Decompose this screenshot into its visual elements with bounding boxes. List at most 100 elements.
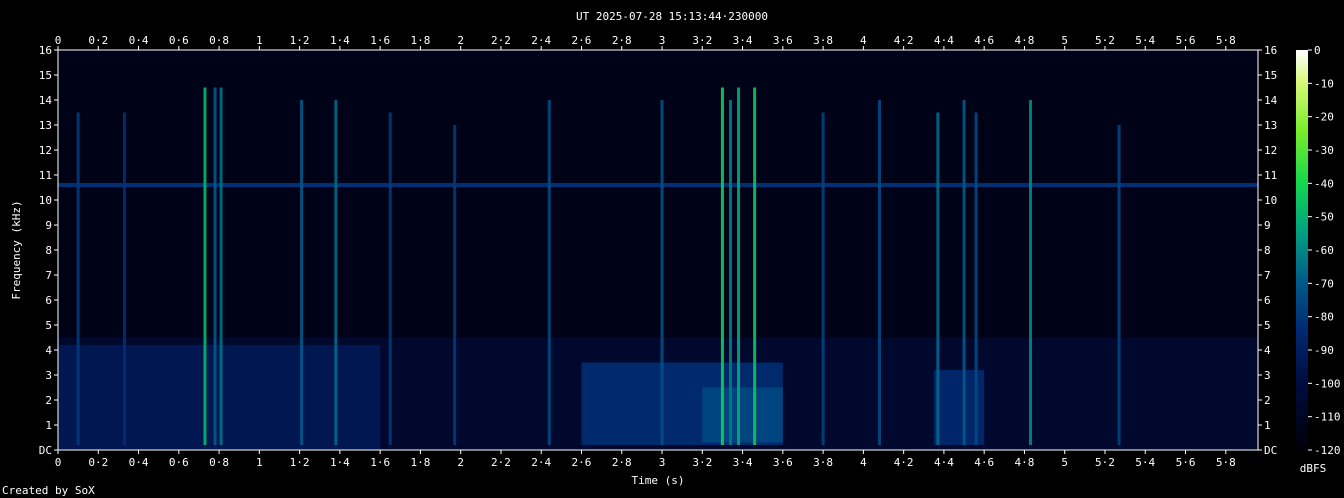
y-tick-label-right: 5 <box>1264 319 1271 332</box>
x-tick-label-top: 3·4 <box>733 34 753 47</box>
x-tick-label-bottom: 4·6 <box>974 456 994 469</box>
y-tick-label-right: 2 <box>1264 394 1271 407</box>
x-tick-label-top: 4 <box>860 34 867 47</box>
y-tick-label-right: 9 <box>1264 219 1271 232</box>
x-tick-label-top: 2·6 <box>572 34 592 47</box>
transient-event-12 <box>728 100 732 445</box>
x-tick-label-top: 5·2 <box>1095 34 1115 47</box>
y-tick-label-right: 15 <box>1264 69 1277 82</box>
colorbar-tick-label: -70 <box>1314 277 1334 290</box>
transient-event-4 <box>219 87 223 445</box>
transient-event-0 <box>76 112 80 445</box>
y-tick-label-left: 1 <box>45 419 52 432</box>
x-tick-label-bottom: 2 <box>457 456 464 469</box>
transient-event-7 <box>388 112 392 445</box>
y-tick-label-left: 16 <box>39 44 52 57</box>
colorbar-tick-label: -30 <box>1314 144 1334 157</box>
x-tick-label-top: 4·4 <box>934 34 954 47</box>
transient-event-20 <box>1028 100 1032 445</box>
x-tick-label-top: 5·6 <box>1176 34 1196 47</box>
x-tick-label-bottom: 0·4 <box>129 456 149 469</box>
y-tick-label-left: 6 <box>45 294 52 307</box>
x-tick-label-bottom: 2·2 <box>491 456 511 469</box>
x-tick-label-top: 1·8 <box>410 34 430 47</box>
transient-event-5 <box>300 100 304 445</box>
colorbar-tick-label: 0 <box>1314 44 1321 57</box>
transient-event-6 <box>334 100 338 445</box>
y-tick-label-left: 8 <box>45 244 52 257</box>
transient-event-10 <box>660 100 664 445</box>
y-tick-label-left: 11 <box>39 169 52 182</box>
y-tick-label-right: 11 <box>1264 169 1277 182</box>
x-tick-label-top: 1·6 <box>370 34 390 47</box>
x-tick-label-bottom: 5·4 <box>1135 456 1155 469</box>
x-tick-label-bottom: 0·6 <box>169 456 189 469</box>
colorbar-tick-label: -20 <box>1314 111 1334 124</box>
energy-region-2 <box>702 387 783 443</box>
colorbar-tick-label: -40 <box>1314 177 1334 190</box>
x-tick-label-bottom: 2·4 <box>531 456 551 469</box>
y-tick-label-right: 16 <box>1264 44 1277 57</box>
transient-event-8 <box>453 125 457 445</box>
x-tick-label-top: 3·8 <box>813 34 833 47</box>
x-tick-label-top: 2·4 <box>531 34 551 47</box>
colorbar-tick-label: -120 <box>1314 444 1341 457</box>
transient-event-2 <box>203 87 207 445</box>
x-tick-label-top: 2·2 <box>491 34 511 47</box>
y-tick-label-right: 14 <box>1264 94 1278 107</box>
x-tick-label-top: 5·4 <box>1135 34 1155 47</box>
x-tick-label-bottom: 4·8 <box>1015 456 1035 469</box>
x-tick-label-bottom: 0 <box>55 456 62 469</box>
y-tick-label-left: 7 <box>45 269 52 282</box>
x-tick-label-top: 4·2 <box>894 34 914 47</box>
transient-event-16 <box>877 100 881 445</box>
colorbar-tick-label: -80 <box>1314 311 1334 324</box>
plot-area <box>57 49 1259 451</box>
colorbar-tick-label: -60 <box>1314 244 1334 257</box>
x-tick-label-top: 2·8 <box>612 34 632 47</box>
x-tick-label-top: 5 <box>1061 34 1068 47</box>
colorbar-ticks: 0 -10 -20 -30 -40 -50 -60 -70 -80 -90 -100 -110 -120 <box>1308 44 1341 457</box>
colorbar <box>1296 50 1308 450</box>
colorbar-tick-label: -110 <box>1314 411 1341 424</box>
x-tick-label-bottom: 1 <box>256 456 263 469</box>
x-tick-label-top: 1·2 <box>290 34 310 47</box>
y-tick-label-right: 4 <box>1264 344 1271 357</box>
x-tick-label-top: 4·6 <box>974 34 994 47</box>
x-tick-label-top: 0·8 <box>209 34 229 47</box>
x-tick-label-bottom: 2·8 <box>612 456 632 469</box>
x-tick-label-bottom: 1·6 <box>370 456 390 469</box>
y-tick-label-right: 3 <box>1264 369 1271 382</box>
transient-event-14 <box>753 87 757 445</box>
y-tick-label-right: 6 <box>1264 294 1271 307</box>
y-tick-label-left: 9 <box>45 219 52 232</box>
x-tick-label-bottom: 4·4 <box>934 456 954 469</box>
x-tick-label-bottom: 1·2 <box>290 456 310 469</box>
x-tick-label-top: 3·2 <box>692 34 712 47</box>
x-tick-label-bottom: 0·2 <box>88 456 108 469</box>
y-tick-label-left: 10 <box>39 194 52 207</box>
colorbar-tick-label: -10 <box>1314 77 1334 90</box>
x-tick-label-top: 4·8 <box>1015 34 1035 47</box>
y-tick-label-left: 13 <box>39 119 52 132</box>
y-tick-label-left: 5 <box>45 319 52 332</box>
colorbar-label: dBFS <box>1300 462 1327 475</box>
transient-event-15 <box>821 112 825 445</box>
x-tick-label-bottom: 5 <box>1061 456 1068 469</box>
x-tick-label-top: 0·4 <box>129 34 149 47</box>
chart-title: UT 2025-07-28 15:13:44·230000 <box>576 10 768 23</box>
x-tick-label-top: 2 <box>457 34 464 47</box>
transient-event-1 <box>122 112 126 445</box>
transient-event-18 <box>962 100 966 445</box>
x-tick-label-bottom: 3·8 <box>813 456 833 469</box>
tone-line-0 <box>58 183 1258 187</box>
colorbar-tick-label: -100 <box>1314 377 1341 390</box>
credit-text: Created by SoX <box>2 484 95 497</box>
x-tick-label-bottom: 4 <box>860 456 867 469</box>
y-tick-label-right: 7 <box>1264 269 1271 282</box>
x-tick-label-top: 1·4 <box>330 34 350 47</box>
y-tick-label-left: DC <box>39 444 52 457</box>
x-tick-label-top: 0·2 <box>88 34 108 47</box>
transient-event-3 <box>213 87 217 445</box>
y-tick-label-right: 8 <box>1264 244 1271 257</box>
